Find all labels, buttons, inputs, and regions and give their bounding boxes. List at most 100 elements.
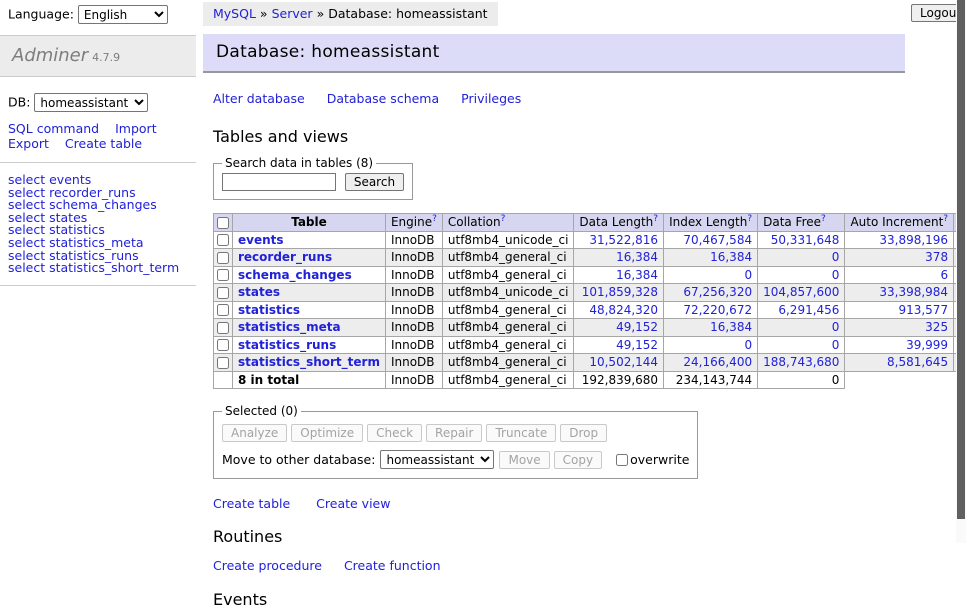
data-length-cell: 49,152 <box>574 336 664 354</box>
breadcrumb-link[interactable]: Server <box>272 6 313 21</box>
table-name-cell: statistics_meta <box>233 319 386 337</box>
language-select[interactable]: English <box>78 5 168 24</box>
sidebar-command-link[interactable]: Create table <box>65 137 142 151</box>
sidebar-command-link[interactable]: Import <box>115 122 157 136</box>
move-db-select[interactable]: homeassistant <box>380 450 494 469</box>
data-free-cell: 6,291,456 <box>758 301 845 319</box>
row-checkbox-cell <box>214 249 233 267</box>
table-name-cell: statistics_runs <box>233 336 386 354</box>
data-length-cell: 16,384 <box>574 249 664 267</box>
column-header: Data Free? <box>758 214 845 232</box>
column-hint-link[interactable]: ? <box>821 214 826 224</box>
table-name-link[interactable]: recorder_runs <box>238 250 332 264</box>
table-name-link[interactable]: statistics <box>238 303 300 317</box>
table-row: statisticsInnoDButf8mb4_general_ci48,824… <box>214 301 966 319</box>
title-band: Database: homeassistant <box>203 34 905 73</box>
overwrite-wrap: overwrite <box>616 452 689 467</box>
row-checkbox[interactable] <box>217 357 229 369</box>
data-length-cell: 16,384 <box>574 266 664 284</box>
row-checkbox[interactable] <box>217 304 229 316</box>
total-data-length-cell: 192,839,680 <box>574 371 664 389</box>
row-checkbox[interactable] <box>217 269 229 281</box>
total-index-length-cell: 234,143,744 <box>664 371 758 389</box>
column-header: Collation? <box>442 214 574 232</box>
scrollbar-thumb[interactable] <box>957 0 965 519</box>
column-hint-link[interactable]: ? <box>501 214 506 224</box>
row-checkbox[interactable] <box>217 234 229 246</box>
select-all-checkbox[interactable] <box>217 217 229 229</box>
table-name-cell: schema_changes <box>233 266 386 284</box>
row-checkbox-cell <box>214 301 233 319</box>
overwrite-checkbox[interactable] <box>616 454 628 466</box>
vertical-scrollbar[interactable] <box>956 0 966 543</box>
index-length-cell: 72,220,672 <box>664 301 758 319</box>
engine-cell: InnoDB <box>385 266 442 284</box>
column-hint-link[interactable]: ? <box>943 214 948 224</box>
routine-link[interactable]: Create procedure <box>213 558 322 573</box>
move-copy-button: Move <box>499 451 549 469</box>
data-length-cell: 31,522,816 <box>574 231 664 249</box>
row-checkbox[interactable] <box>217 339 229 351</box>
breadcrumb-link[interactable]: MySQL <box>213 6 256 21</box>
index-length-cell: 16,384 <box>664 249 758 267</box>
column-header: Auto Increment? <box>845 214 954 232</box>
index-length-cell: 0 <box>664 266 758 284</box>
db-label: DB: <box>8 95 30 110</box>
bulk-action-button: Repair <box>426 424 482 442</box>
routine-link[interactable]: Create function <box>344 558 441 573</box>
routine-links: Create procedure Create function <box>213 558 905 573</box>
sidebar-command-link[interactable]: SQL command <box>8 122 99 136</box>
search-button[interactable]: Search <box>345 173 404 191</box>
row-checkbox[interactable] <box>217 287 229 299</box>
search-input[interactable] <box>222 173 336 191</box>
data-free-cell: 50,331,648 <box>758 231 845 249</box>
create-link[interactable]: Create view <box>316 496 390 511</box>
row-checkbox[interactable] <box>217 322 229 334</box>
move-buttons: MoveCopy <box>499 451 606 469</box>
engine-cell: InnoDB <box>385 319 442 337</box>
row-checkbox-cell <box>214 231 233 249</box>
db-select[interactable]: homeassistant <box>34 93 148 112</box>
database-action-link[interactable]: Database schema <box>327 91 439 106</box>
table-name-link[interactable]: statistics_runs <box>238 338 336 352</box>
auto-increment-cell: 6 <box>845 266 954 284</box>
column-hint-link[interactable]: ? <box>653 214 658 224</box>
bulk-action-button: Drop <box>560 424 607 442</box>
table-row: schema_changesInnoDButf8mb4_general_ci16… <box>214 266 966 284</box>
table-name-link[interactable]: statistics_meta <box>238 320 341 334</box>
engine-cell: InnoDB <box>385 249 442 267</box>
table-row: statistics_metaInnoDButf8mb4_general_ci4… <box>214 319 966 337</box>
total-filler-cell <box>845 371 966 389</box>
table-name-link[interactable]: statistics_short_term <box>238 355 380 369</box>
database-action-link[interactable]: Alter database <box>213 91 305 106</box>
column-hint-link[interactable]: ? <box>432 214 437 224</box>
database-action-link[interactable]: Privileges <box>461 91 521 106</box>
sidebar-select-link[interactable]: select statistics_short_term <box>8 262 188 275</box>
row-checkbox[interactable] <box>217 252 229 264</box>
table-name-cell: events <box>233 231 386 249</box>
sidebar-command-link[interactable]: Export <box>8 137 49 151</box>
bulk-action-button: Check <box>367 424 422 442</box>
table-name-cell: statistics <box>233 301 386 319</box>
app-version: 4.7.9 <box>92 51 120 64</box>
table-name-link[interactable]: schema_changes <box>238 268 352 282</box>
auto-increment-cell: 33,398,984 <box>845 284 954 302</box>
create-link[interactable]: Create table <box>213 496 290 511</box>
table-row: statesInnoDButf8mb4_unicode_ci101,859,32… <box>214 284 966 302</box>
column-hint-link[interactable]: ? <box>747 214 752 224</box>
bulk-action-button: Analyze <box>222 424 287 442</box>
move-label: Move to other database: <box>222 452 375 467</box>
table-name-link[interactable]: states <box>238 285 280 299</box>
total-collation-cell: utf8mb4_general_ci <box>442 371 574 389</box>
row-checkbox-cell <box>214 266 233 284</box>
content: Alter databaseDatabase schemaPrivileges … <box>213 91 905 609</box>
total-empty-cell <box>214 371 233 389</box>
language-label: Language: <box>8 7 74 22</box>
index-length-cell: 16,384 <box>664 319 758 337</box>
data-length-cell: 101,859,328 <box>574 284 664 302</box>
auto-increment-cell: 325 <box>845 319 954 337</box>
breadcrumb-separator: » <box>260 6 268 21</box>
table-name-link[interactable]: events <box>238 233 284 247</box>
column-header: Engine? <box>385 214 442 232</box>
table-name-cell: statistics_short_term <box>233 354 386 372</box>
